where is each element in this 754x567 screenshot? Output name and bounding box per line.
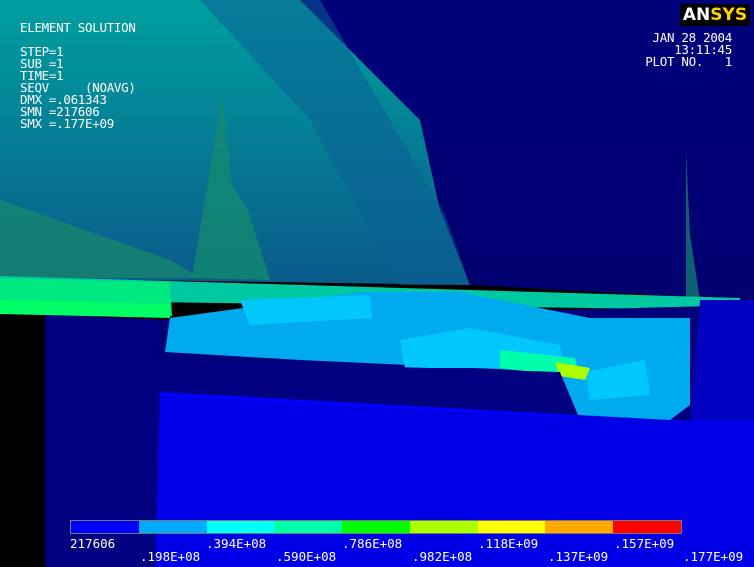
info-line: ELEMENT SOLUTION (20, 20, 136, 35)
logo-an: AN (682, 5, 711, 25)
solution-info-panel: ELEMENT SOLUTION STEP=1 SUB =1 TIME=1 SE… (20, 20, 136, 131)
lower-right-dark (690, 300, 754, 420)
left-black-block (0, 315, 45, 567)
plot-number: PLOT NO. 1 (645, 54, 732, 69)
left-navy-strip (45, 315, 170, 567)
ansys-graphics-window[interactable]: ELEMENT SOLUTION STEP=1 SUB =1 TIME=1 SE… (0, 0, 754, 567)
ansys-logo: ANSYS (680, 4, 750, 26)
plot-stamp: JAN 28 2004 13:11:45 PLOT NO. 1 (645, 31, 732, 69)
logo-sys: SYS (710, 5, 748, 25)
info-line: SMX =.177E+09 (20, 116, 114, 131)
